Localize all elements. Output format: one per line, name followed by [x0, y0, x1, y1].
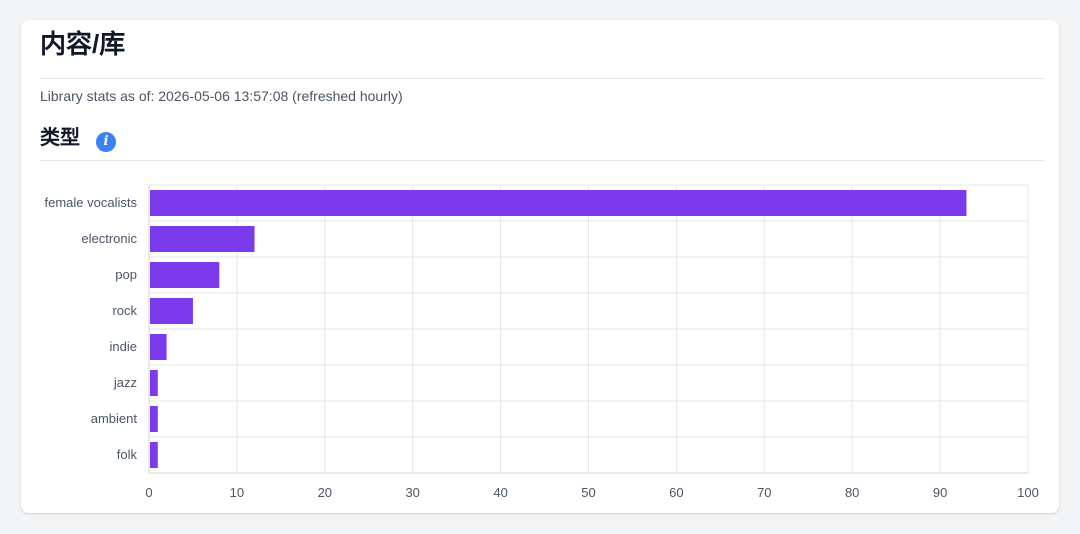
category-label: ambient	[91, 411, 138, 426]
x-tick-labels: 0 10 20 30 40 50 60 70 80 90 100	[145, 485, 1038, 500]
x-tick-label: 40	[493, 485, 507, 500]
bar-folk[interactable]	[150, 442, 158, 468]
x-tick-label: 70	[757, 485, 771, 500]
genre-bar-chart: female vocalists electronic pop rock indie ja…	[45, 184, 1039, 500]
chart-grid	[148, 184, 1029, 474]
x-tick-label: 50	[581, 485, 595, 500]
x-tick-label: 0	[145, 485, 152, 500]
category-label: pop	[115, 267, 137, 282]
bar-female-vocalists[interactable]	[150, 190, 967, 216]
x-tick-label: 10	[230, 485, 244, 500]
category-label: rock	[112, 303, 137, 318]
bar-rock[interactable]	[150, 298, 193, 324]
x-tick-label: 80	[845, 485, 859, 500]
x-tick-label: 30	[405, 485, 419, 500]
x-tick-label: 100	[1017, 485, 1039, 500]
bar-jazz[interactable]	[150, 370, 158, 396]
category-label: jazz	[113, 375, 137, 390]
bar-indie[interactable]	[150, 334, 167, 360]
x-tick-label: 60	[669, 485, 683, 500]
bar-electronic[interactable]	[150, 226, 255, 252]
category-labels: female vocalists electronic pop rock indie ja…	[45, 195, 138, 462]
category-label: female vocalists	[45, 195, 138, 210]
bar-ambient[interactable]	[150, 406, 158, 432]
category-label: electronic	[81, 231, 137, 246]
category-label: folk	[117, 447, 138, 462]
content-library-card: 内容/库 Library stats as of: 2026-05-06 13:…	[21, 20, 1059, 513]
x-tick-label: 90	[933, 485, 947, 500]
bar-pop[interactable]	[150, 262, 220, 288]
x-tick-label: 20	[318, 485, 332, 500]
category-label: indie	[110, 339, 137, 354]
